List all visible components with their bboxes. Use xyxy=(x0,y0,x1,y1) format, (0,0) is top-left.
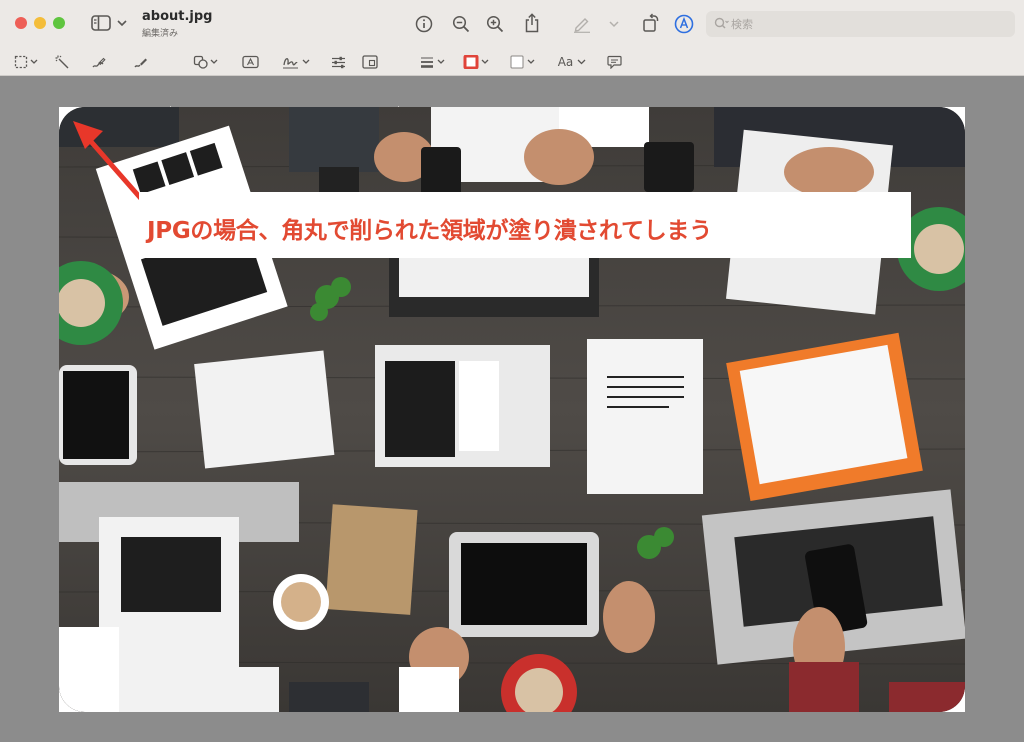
fill-color-icon xyxy=(510,55,535,69)
fill-color-button[interactable] xyxy=(509,54,539,70)
share-button[interactable] xyxy=(522,12,542,34)
sidebar-icon xyxy=(91,15,111,31)
shapes-button[interactable] xyxy=(193,54,221,70)
rotate-button[interactable] xyxy=(641,12,661,34)
search-icon xyxy=(714,17,729,29)
signature-button[interactable] xyxy=(282,53,312,71)
speech-bubble-icon xyxy=(606,55,622,69)
info-icon xyxy=(415,15,433,33)
draw-tool-button[interactable] xyxy=(132,53,148,71)
chevron-down-icon xyxy=(577,59,586,65)
maximize-window-button[interactable] xyxy=(53,17,65,29)
sidebar-menu-chevron[interactable] xyxy=(116,17,128,29)
markup-menu-chevron[interactable] xyxy=(608,18,620,30)
draw-icon xyxy=(133,58,147,67)
search-field[interactable]: 検索 xyxy=(706,11,1015,37)
zoom-in-icon xyxy=(486,15,504,33)
markup-pen-button[interactable] xyxy=(571,14,593,34)
sketch-tool-button[interactable] xyxy=(90,53,106,71)
zoom-out-button[interactable] xyxy=(451,14,471,34)
chevron-down-icon xyxy=(117,20,127,27)
zoom-in-button[interactable] xyxy=(485,14,505,34)
document-status: 編集済み xyxy=(142,29,179,39)
close-window-button[interactable] xyxy=(15,17,27,29)
annotation-text: JPGの場合、角丸で削られた領域が塗り潰されてしまう xyxy=(147,218,712,244)
text-box-icon xyxy=(241,55,259,69)
pen-icon xyxy=(574,18,590,33)
line-style-button[interactable] xyxy=(420,54,448,70)
annotation-callout[interactable]: JPGの場合、角丸で削られた領域が塗り潰されてしまう xyxy=(139,192,911,258)
description-button[interactable] xyxy=(606,54,622,70)
resize-icon xyxy=(362,55,378,69)
signature-icon xyxy=(283,58,310,69)
zoom-out-icon xyxy=(452,15,470,33)
magic-wand-icon xyxy=(55,55,68,68)
line-style-icon xyxy=(421,57,445,68)
text-style-label: Aa xyxy=(557,55,574,69)
sidebar-toggle-button[interactable] xyxy=(90,14,112,32)
markup-icon xyxy=(674,14,694,34)
title-bar: about.jpg 編集済み 検索 xyxy=(0,0,1024,48)
instant-alpha-button[interactable] xyxy=(54,54,70,70)
share-icon xyxy=(525,13,539,33)
minimize-window-button[interactable] xyxy=(34,17,46,29)
document-title: about.jpg xyxy=(142,9,213,24)
adjust-size-button[interactable] xyxy=(361,54,379,70)
text-style-button[interactable]: Aa xyxy=(556,53,590,71)
sliders-icon xyxy=(331,56,345,68)
chevron-down-icon xyxy=(609,21,619,28)
shapes-icon xyxy=(193,55,218,69)
image-canvas[interactable]: JPGの場合、角丸で削られた領域が塗り潰されてしまう xyxy=(59,107,965,712)
markup-toolbar: Aa xyxy=(0,48,1024,118)
rotate-icon xyxy=(643,13,659,32)
info-button[interactable] xyxy=(414,14,434,34)
selection-tool-button[interactable] xyxy=(14,54,42,70)
rect-selection-icon xyxy=(14,55,38,69)
border-color-button[interactable] xyxy=(463,54,493,70)
preview-window: about.jpg 編集済み 検索 Aa JPGの場合、角丸で削られた領域が塗り… xyxy=(0,0,1024,742)
search-placeholder: 検索 xyxy=(731,18,753,31)
border-color-icon xyxy=(463,55,489,69)
adjust-color-button[interactable] xyxy=(330,54,346,70)
text-box-button[interactable] xyxy=(241,54,259,70)
markup-toolbar-button[interactable] xyxy=(673,13,695,35)
sketch-icon xyxy=(91,57,106,67)
